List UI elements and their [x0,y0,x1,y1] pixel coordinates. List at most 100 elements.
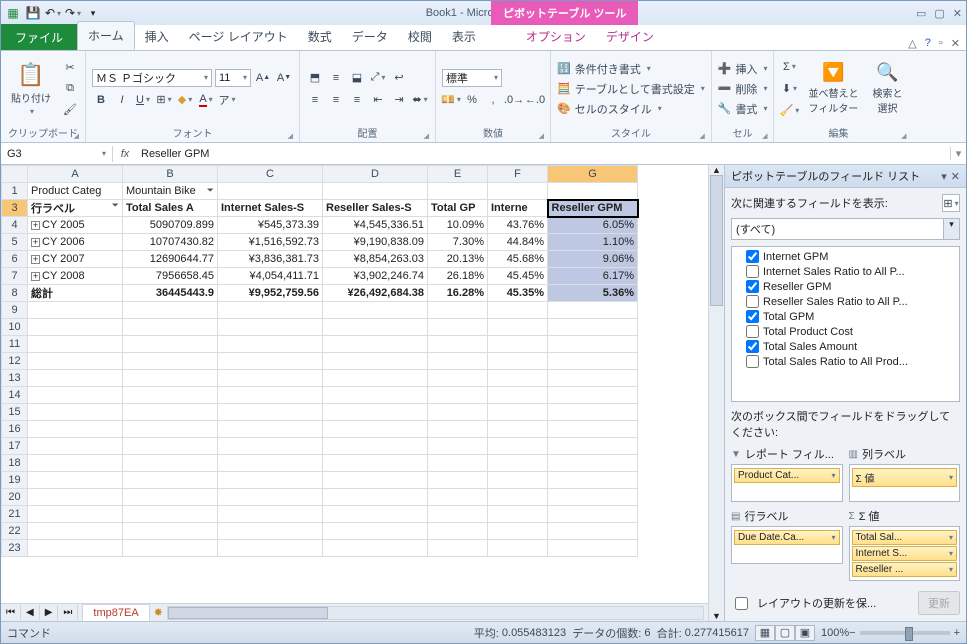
bold-button[interactable]: B [92,91,110,109]
cell[interactable] [488,336,548,353]
cell[interactable] [323,387,428,404]
cell[interactable] [28,387,123,404]
cell[interactable] [488,540,548,557]
row-header[interactable]: 4 [2,217,28,234]
cell[interactable]: +CY 2007 [28,251,123,268]
cell[interactable] [28,302,123,319]
cell[interactable] [218,387,323,404]
cell[interactable] [548,302,638,319]
cell[interactable] [548,540,638,557]
cell[interactable] [218,523,323,540]
cell[interactable] [218,421,323,438]
cell[interactable] [548,404,638,421]
wrap-icon[interactable]: ↩ [390,69,408,87]
cell[interactable] [548,472,638,489]
row-header[interactable]: 6 [2,251,28,268]
vscroll-up[interactable]: ▲ [709,165,724,175]
cell[interactable] [323,472,428,489]
sheet-nav-next[interactable]: ▶ [40,605,59,620]
sheet-nav-last[interactable]: ⏭ [58,605,78,620]
cell[interactable] [488,489,548,506]
expand-icon[interactable]: + [31,255,40,264]
cell[interactable]: 20.13% [428,251,488,268]
cell[interactable] [548,506,638,523]
minimize-button[interactable]: ▭ [916,7,926,20]
col-header[interactable]: E [428,166,488,183]
cell[interactable] [428,183,488,200]
cell[interactable]: 36445443.9 [123,285,218,302]
cond-format-button[interactable]: 🔢条件付き書式▾ [557,61,705,77]
tab-formula[interactable]: 数式 [298,23,342,50]
cell[interactable] [218,438,323,455]
col-header[interactable]: F [488,166,548,183]
cell[interactable]: 5090709.899 [123,217,218,234]
cell[interactable] [323,455,428,472]
row-header[interactable]: 7 [2,268,28,285]
col-header[interactable]: D [323,166,428,183]
tab-view[interactable]: 表示 [442,23,486,50]
phonetic-button[interactable]: ア▾ [218,91,236,109]
align-right-icon[interactable]: ≡ [348,91,366,109]
cell[interactable] [28,319,123,336]
cell[interactable] [28,489,123,506]
merge-icon[interactable]: ⬌▾ [411,91,429,109]
cell[interactable] [428,421,488,438]
cell[interactable] [323,353,428,370]
cell[interactable]: +CY 2006 [28,234,123,251]
font-color-button[interactable]: A▾ [197,91,215,109]
cell[interactable]: 10.09% [428,217,488,234]
field-checkbox[interactable] [746,280,759,293]
cell-styles-button[interactable]: 🎨セルのスタイル▾ [557,101,705,117]
cell[interactable] [488,421,548,438]
cell[interactable] [548,489,638,506]
cell[interactable] [123,370,218,387]
cell[interactable] [548,438,638,455]
cell[interactable] [323,319,428,336]
row-header[interactable]: 8 [2,285,28,302]
format-as-table-button[interactable]: 🧮テーブルとして書式設定▾ [557,81,705,97]
field-chip[interactable]: Σ 値▾ [852,468,958,487]
field-checkbox[interactable] [746,325,759,338]
field-item[interactable]: Internet GPM [746,249,957,264]
dec-decimal-icon[interactable]: ←.0 [526,91,544,109]
cell[interactable] [123,438,218,455]
cell[interactable] [488,506,548,523]
clear-icon[interactable]: 🧹▾ [780,102,798,120]
field-checkbox[interactable] [746,265,759,278]
show-fields-combo[interactable]: (すべて) [731,218,944,240]
col-header[interactable]: G [548,166,638,183]
copy-icon[interactable]: ⧉ [61,80,79,98]
cell[interactable] [488,472,548,489]
pane-dropdown-icon[interactable]: ▾ [941,170,947,183]
cell[interactable] [218,370,323,387]
field-item[interactable]: Reseller Sales Ratio to All P... [746,294,957,309]
field-chip[interactable]: Due Date.Ca...▾ [734,530,840,545]
cell[interactable] [28,472,123,489]
cell[interactable]: ¥8,854,263.03 [323,251,428,268]
cell[interactable] [548,353,638,370]
vscroll-down[interactable]: ▼ [709,611,724,621]
cell[interactable] [548,421,638,438]
cell[interactable]: +CY 2008 [28,268,123,285]
zoom-in-button[interactable]: + [954,627,960,639]
currency-icon[interactable]: 💴▾ [442,91,460,109]
doc-close-icon[interactable]: ✕ [951,37,960,50]
view-pagebreak-icon[interactable]: ▣ [795,625,815,641]
cell[interactable]: +CY 2005 [28,217,123,234]
cell[interactable]: Interne [488,200,548,217]
orientation-icon[interactable]: ⤢▾ [369,69,387,87]
filter-icon[interactable]: ⏷ [207,185,214,196]
col-header[interactable]: B [123,166,218,183]
cell[interactable] [123,302,218,319]
field-item[interactable]: Reseller GPM [746,279,957,294]
undo-icon[interactable]: ↶▾ [45,5,61,21]
sort-filter-button[interactable]: 🔽並べ替えと フィルター [804,60,862,117]
number-format-combo[interactable]: 標準▾ [442,69,502,87]
cell[interactable] [123,472,218,489]
cell[interactable] [323,540,428,557]
row-header[interactable]: 5 [2,234,28,251]
col-header[interactable]: A [28,166,123,183]
cell[interactable]: 9.06% [548,251,638,268]
cell[interactable] [323,183,428,200]
cell[interactable] [548,370,638,387]
